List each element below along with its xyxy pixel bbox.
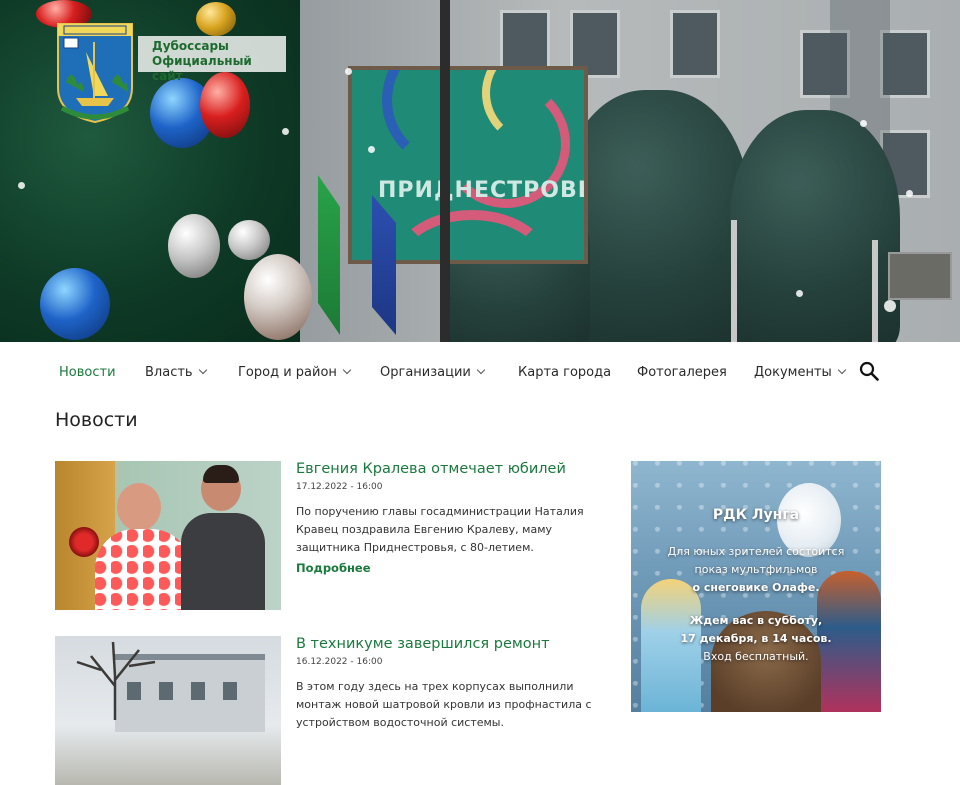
nav-item-label: Фотогалерея xyxy=(637,365,727,380)
nav-item-label: Город и район xyxy=(238,365,337,380)
snowflake xyxy=(282,128,289,135)
banner-text: показ мультфильмов xyxy=(694,563,818,576)
nav-item-documents[interactable]: Документы xyxy=(754,365,847,380)
nav-item-label: Организации xyxy=(380,365,471,380)
ornament-ball xyxy=(40,268,110,340)
photo-person-hair xyxy=(203,465,239,483)
snowflake xyxy=(368,146,375,153)
photo-window xyxy=(191,682,205,700)
nav-item-authority[interactable]: Власть xyxy=(145,365,207,380)
page-title: Новости xyxy=(55,409,138,431)
news-title[interactable]: Евгения Кралева отмечает юбилей xyxy=(296,461,566,477)
search-icon[interactable] xyxy=(859,361,879,381)
photo-person-head xyxy=(117,483,161,531)
chevron-down-icon xyxy=(198,365,207,375)
lamp-post xyxy=(731,220,737,342)
news-excerpt: По поручению главы госадминистрации Ната… xyxy=(296,505,584,554)
snowflake xyxy=(860,120,867,127)
building-window xyxy=(670,10,720,78)
banner-text: Ждем вас в субботу, xyxy=(689,614,823,627)
banner-text: Для юных зрителей состоится xyxy=(667,545,845,558)
banner-text: о снеговике Олафе. xyxy=(692,581,820,594)
coat-of-arms-logo[interactable] xyxy=(56,22,134,124)
building-sign xyxy=(888,252,952,300)
nav-item-label: Власть xyxy=(145,365,193,380)
billboard-text: ПРИДНЕСТРОВЬЕ xyxy=(378,178,584,203)
news-excerpt: В этом году здесь на трех корпусах выпол… xyxy=(296,680,592,729)
chevron-down-icon xyxy=(837,365,847,375)
nav-item-label: Документы xyxy=(754,365,832,380)
nav-item-news[interactable]: Новости xyxy=(59,365,116,380)
banner-heading: РДК Лунга xyxy=(712,507,800,523)
chevron-down-icon xyxy=(342,365,352,375)
banner-text: Вход бесплатный. xyxy=(703,650,809,663)
coat-of-arms-icon xyxy=(57,23,133,124)
main-navigation: Новости Власть Город и район Организации… xyxy=(0,352,960,394)
chevron-down-icon xyxy=(476,365,486,375)
news-title[interactable]: В техникуме завершился ремонт xyxy=(296,636,550,652)
snowflake xyxy=(906,190,913,197)
banner-character-elsa xyxy=(641,579,701,712)
nav-item-photo-gallery[interactable]: Фотогалерея xyxy=(637,365,727,380)
photo-person-body xyxy=(181,513,265,610)
news-date: 17.12.2022 - 16:00 xyxy=(296,482,383,492)
read-more-link[interactable]: Подробнее xyxy=(296,561,371,575)
hero-banner: ПРИДНЕСТРОВЬЕ xyxy=(0,0,960,342)
lamp-post xyxy=(872,240,878,342)
snowflake xyxy=(18,182,25,189)
photo-flowers xyxy=(69,527,99,557)
photo-person-body xyxy=(95,529,191,610)
lamp-post xyxy=(440,0,450,342)
news-date: 16.12.2022 - 16:00 xyxy=(296,657,383,667)
nav-item-label: Новости xyxy=(59,365,116,380)
billboard-ring xyxy=(392,210,552,260)
site-title-box[interactable]: Дубоссары Официальный сайт xyxy=(138,36,286,83)
banner-text: 17 декабря, в 14 часов. xyxy=(680,632,832,645)
site-title-line1: Дубоссары xyxy=(152,39,229,53)
nav-item-organizations[interactable]: Организации xyxy=(380,365,486,380)
ornament-ball xyxy=(196,2,236,36)
photo-bare-tree xyxy=(76,641,156,720)
ornament-ball xyxy=(168,214,220,278)
photo-window xyxy=(223,682,237,700)
ornament-ball xyxy=(228,220,270,260)
nav-item-city-district[interactable]: Город и район xyxy=(238,365,352,380)
nav-item-city-map[interactable]: Карта города xyxy=(518,365,611,380)
promo-banner[interactable]: РДК Лунга Для юных зрителей состоится по… xyxy=(631,461,881,712)
nav-item-label: Карта города xyxy=(518,365,612,380)
snowflake xyxy=(345,68,352,75)
ornament-ball xyxy=(244,254,312,340)
snowflake xyxy=(884,300,896,312)
site-title-line2: Официальный сайт xyxy=(152,54,252,83)
news-thumbnail[interactable] xyxy=(55,636,281,785)
news-thumbnail[interactable] xyxy=(55,461,281,610)
snowflake xyxy=(796,290,803,297)
